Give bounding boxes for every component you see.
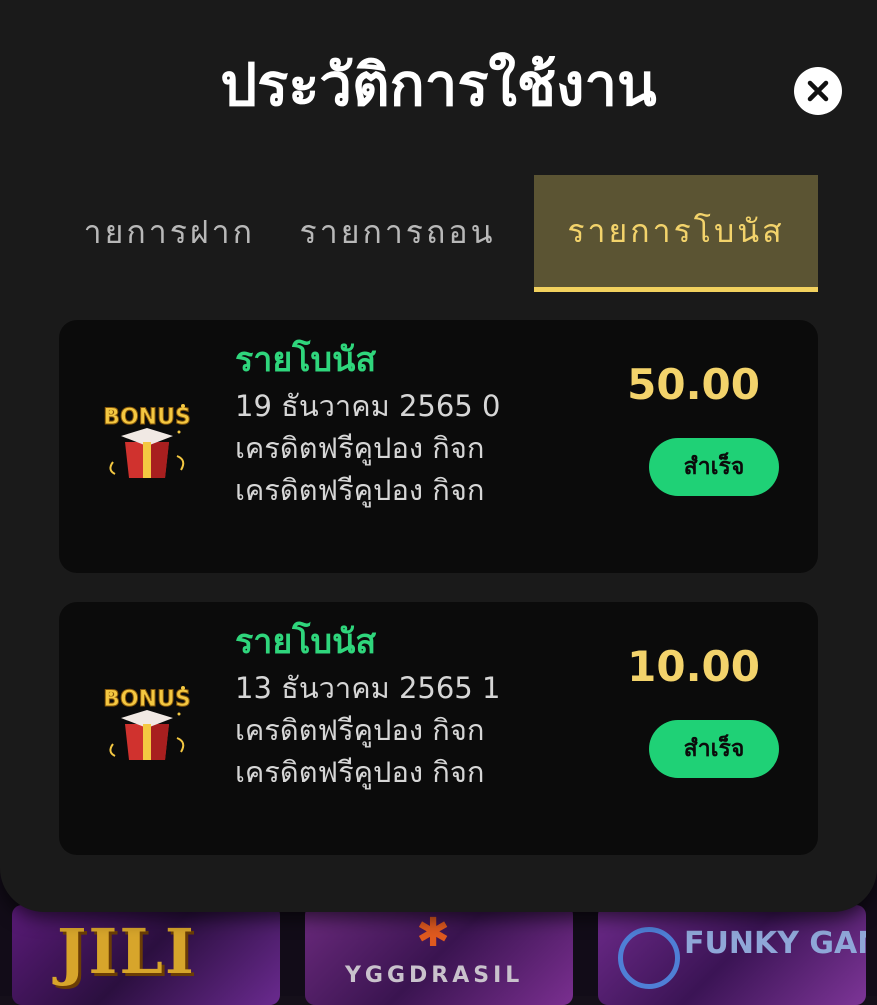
bonus-gift-icon: BONUS <box>103 686 191 760</box>
modal-title: ประวัติการใช้งาน <box>220 51 657 119</box>
svg-text:BONUS: BONUS <box>103 687 191 712</box>
entry-description: เครดิตฟรีคูปอง กิจก <box>235 473 485 507</box>
tab-withdraw[interactable]: รายการถอน <box>270 175 525 290</box>
provider-tile-funky-games[interactable]: FUNKY GAMES <box>598 905 866 1005</box>
entry-amount: 50.00 <box>627 360 760 409</box>
status-badge: สำเร็จ <box>649 438 779 496</box>
bonus-entry-card: BONUS รายโบนัส 19 ธันวาคม 2565 0 เครดิตฟ… <box>59 320 818 573</box>
entry-title: รายโบนัส <box>235 340 377 380</box>
close-button[interactable] <box>794 67 842 115</box>
entry-title: รายโบนัส <box>235 622 377 662</box>
tab-bar: ายการฝาก รายการถอน รายการโบนัส <box>0 175 877 293</box>
bonus-gift-icon: BONUS <box>103 404 191 478</box>
gamepad-logo-icon <box>618 927 680 989</box>
provider-tile-jili[interactable]: JILI <box>12 905 280 1005</box>
bonus-entry-card: BONUS รายโบนัส 13 ธันวาคม 2565 1 เครดิตฟ… <box>59 602 818 855</box>
provider-tile-yggdrasil[interactable]: ✱ YGGDRASIL <box>305 905 573 1005</box>
entry-description: เครดิตฟรีคูปอง กิจก <box>235 713 485 747</box>
entry-date: 13 ธันวาคม 2565 1 <box>235 671 501 705</box>
close-icon <box>807 80 829 102</box>
provider-label: FUNKY GAMES <box>684 926 866 961</box>
entry-amount: 10.00 <box>627 642 760 691</box>
provider-label: YGGDRASIL <box>345 963 524 988</box>
provider-label: JILI <box>57 915 196 988</box>
yggdrasil-logo-icon: ✱ <box>416 910 450 956</box>
svg-text:BONUS: BONUS <box>103 405 191 430</box>
status-badge: สำเร็จ <box>649 720 779 778</box>
entry-date: 19 ธันวาคม 2565 0 <box>235 389 501 423</box>
entry-description: เครดิตฟรีคูปอง กิจก <box>235 431 485 465</box>
history-modal: ประวัติการใช้งาน ายการฝาก รายการถอน รายก… <box>0 0 877 912</box>
tab-deposit[interactable]: ายการฝาก <box>0 175 255 290</box>
tab-bonus[interactable]: รายการโบนัส <box>534 175 818 292</box>
entry-description: เครดิตฟรีคูปอง กิจก <box>235 755 485 789</box>
